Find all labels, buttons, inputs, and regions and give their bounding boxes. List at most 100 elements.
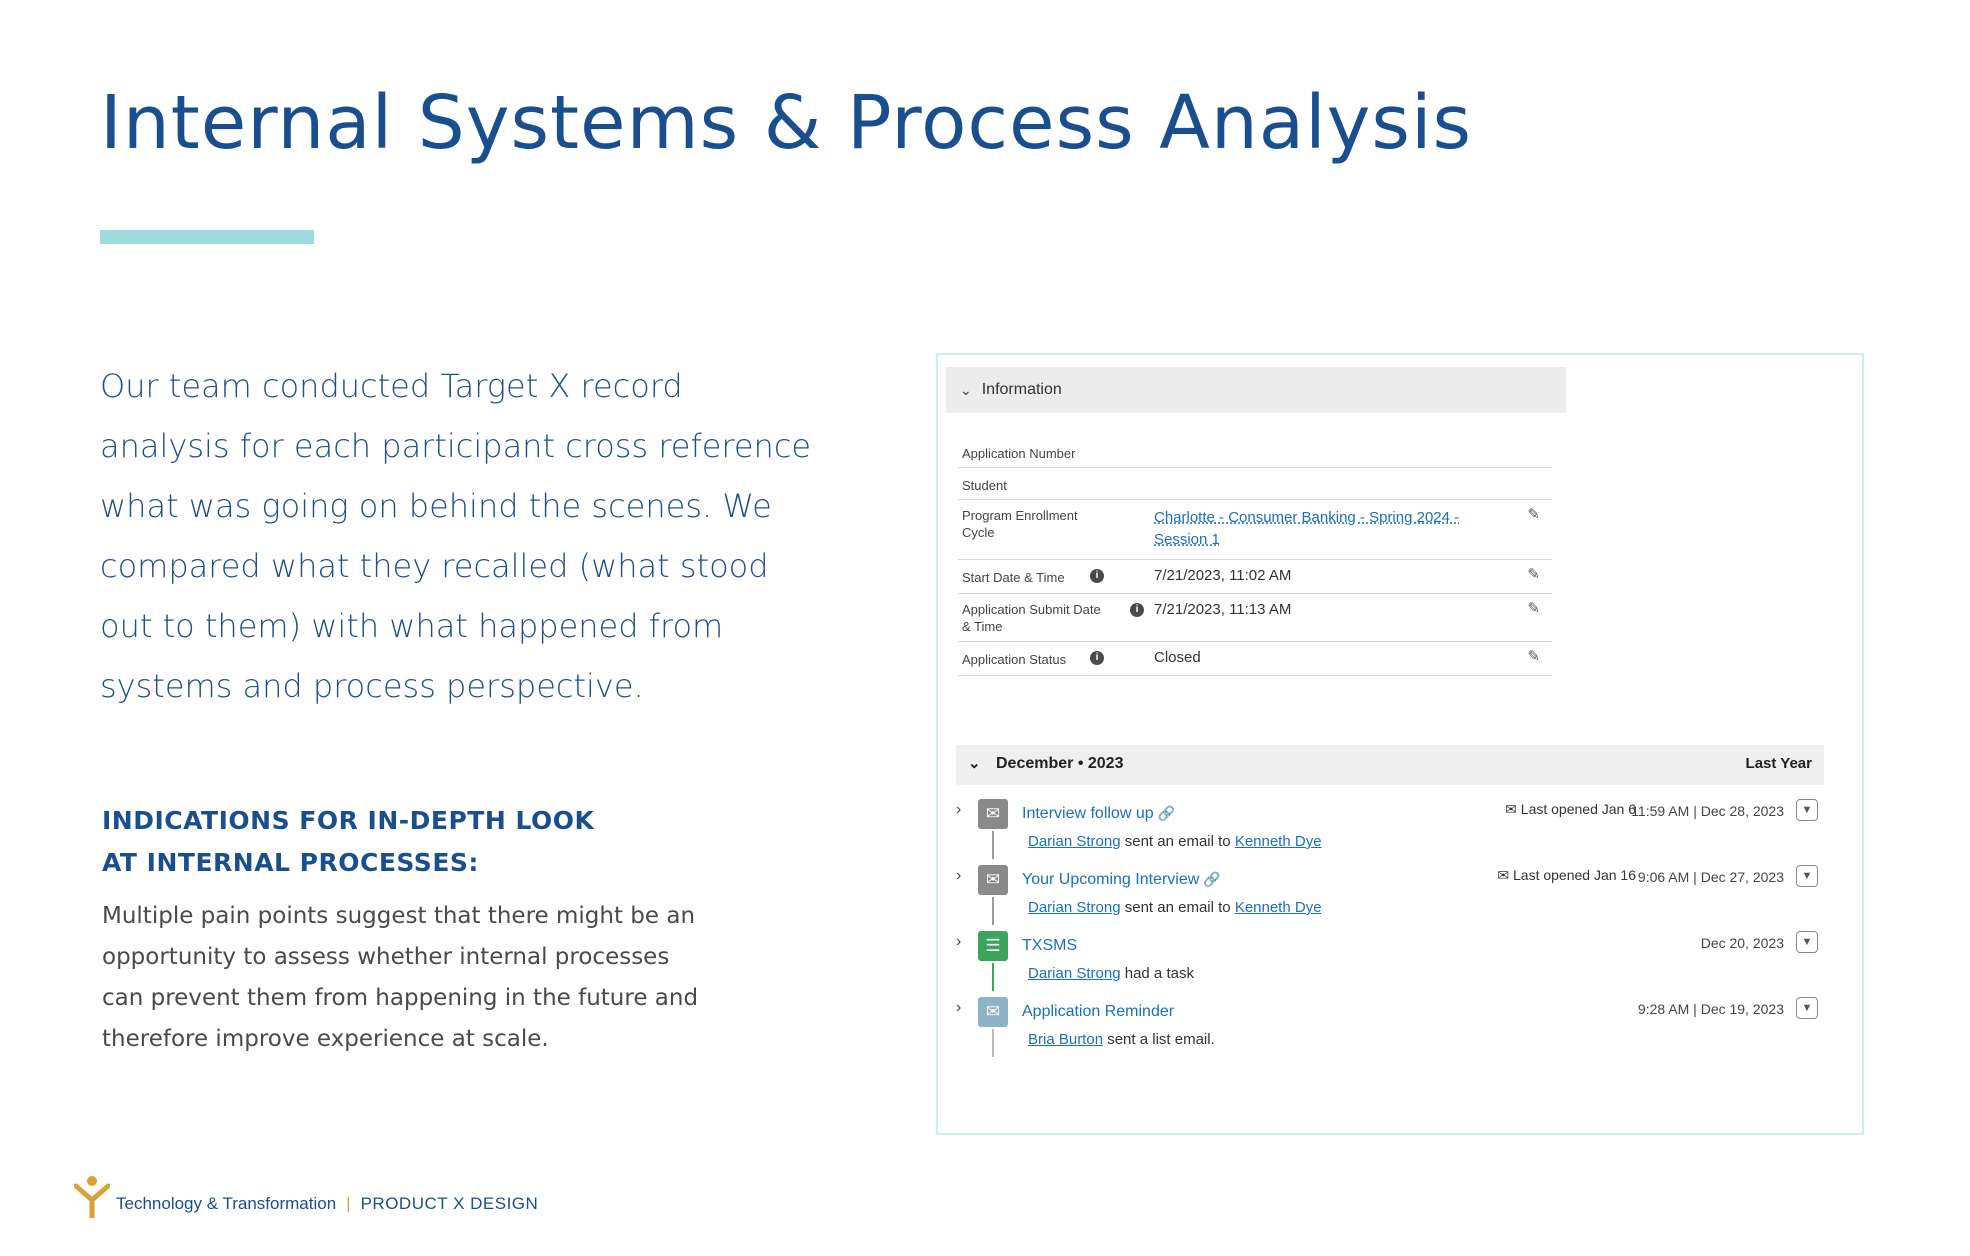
section-title: Information xyxy=(981,381,1062,398)
program-enrollment-link[interactable]: Charlotte - Consumer Banking - Spring 20… xyxy=(1154,507,1459,551)
activity-item: › ✉ Application Reminder Bria Burton sen… xyxy=(956,997,1824,1061)
dropdown-menu-button[interactable]: ▼ xyxy=(1796,799,1818,821)
information-section-header[interactable]: ⌄ Information xyxy=(946,367,1566,413)
field-label: Application Status xyxy=(962,652,1067,667)
edit-pencil-icon[interactable]: ✎ xyxy=(1527,599,1540,617)
page-title: Internal Systems & Process Analysis xyxy=(100,80,1473,166)
dropdown-menu-button[interactable]: ▼ xyxy=(1796,931,1818,953)
field-application-status: Application Status i Closed ✎ xyxy=(958,643,1552,676)
dropdown-menu-button[interactable]: ▼ xyxy=(1796,865,1818,887)
field-value-line: Session 1 xyxy=(1154,531,1220,548)
timeline-month: December • 2023 xyxy=(996,755,1124,772)
activity-date: 9:28 AM | Dec 19, 2023 xyxy=(1637,1001,1784,1017)
person-link[interactable]: Darian Strong xyxy=(1028,833,1121,850)
intro-line: Our team conducted Target X record xyxy=(100,367,683,405)
activity-item: › ☰ TXSMS Darian Strong had a task Dec 2… xyxy=(956,931,1824,995)
dropdown-menu-button[interactable]: ▼ xyxy=(1796,997,1818,1019)
activity-subtitle: Bria Burton sent a list email. xyxy=(1028,1031,1215,1048)
field-label: Student xyxy=(962,478,1007,493)
person-link[interactable]: Darian Strong xyxy=(1028,965,1121,982)
intro-line: compared what they recalled (what stood xyxy=(100,547,769,585)
timeline-connector xyxy=(992,831,994,859)
info-icon[interactable]: i xyxy=(1090,651,1104,665)
timeline-month-header[interactable]: ⌄ December • 2023 Last Year xyxy=(956,745,1824,785)
indications-body-line: can prevent them from happening in the f… xyxy=(102,985,699,1011)
chevron-right-icon[interactable]: › xyxy=(956,801,961,819)
field-application-number: Application Number xyxy=(958,437,1552,468)
timeline-connector xyxy=(992,897,994,925)
envelope-open-icon: ✉ xyxy=(1497,867,1510,883)
indications-body: Multiple pain points suggest that there … xyxy=(102,896,698,1060)
chevron-down-icon: ⌄ xyxy=(968,755,981,772)
field-start-date: Start Date & Time i 7/21/2023, 11:02 AM … xyxy=(958,561,1552,594)
edit-pencil-icon[interactable]: ✎ xyxy=(1527,647,1540,665)
activity-date: 9:06 AM | Dec 27, 2023 xyxy=(1637,869,1784,885)
timeline-range: Last Year xyxy=(1745,755,1812,772)
footer-separator: | xyxy=(346,1194,351,1213)
activity-title: Your Upcoming Interview xyxy=(1022,871,1200,888)
indications-heading-line: INDICATIONS FOR IN-DEPTH LOOK xyxy=(102,806,595,835)
link-icon: 🔗 xyxy=(1157,805,1176,821)
activity-title-link[interactable]: Your Upcoming Interview 🔗 xyxy=(1022,871,1221,889)
field-label: Application Number xyxy=(962,446,1076,461)
activity-item: › ✉ Interview follow up 🔗 Darian Strong s… xyxy=(956,799,1824,863)
footer: Technology & Transformation | PRODUCT X … xyxy=(74,1168,538,1218)
activity-subtitle: Darian Strong sent an email to Kenneth D… xyxy=(1028,899,1322,916)
activity-title: Interview follow up xyxy=(1022,805,1154,822)
email-icon: ✉ xyxy=(978,865,1008,895)
field-label: Start Date & Time xyxy=(962,570,1065,585)
activity-date: 11:59 AM | Dec 28, 2023 xyxy=(1631,803,1784,819)
title-accent-bar xyxy=(100,230,314,244)
person-link[interactable]: Bria Burton xyxy=(1028,1031,1103,1048)
activity-title-link[interactable]: Application Reminder xyxy=(1022,1003,1174,1021)
activity-action: sent an email to xyxy=(1124,833,1231,850)
field-label: Program Enrollment Cycle xyxy=(962,507,1078,541)
info-icon[interactable]: i xyxy=(1090,569,1104,583)
envelope-open-icon: ✉ xyxy=(1505,801,1517,817)
record-screenshot-panel: ⌄ Information Application Number Student… xyxy=(936,353,1864,1135)
timeline-connector xyxy=(992,963,994,991)
indications-body-line: opportunity to assess whether internal p… xyxy=(102,944,670,970)
indications-heading-line: AT INTERNAL PROCESSES: xyxy=(102,848,479,877)
field-program-enrollment-cycle: Program Enrollment Cycle Charlotte - Con… xyxy=(958,501,1552,560)
intro-line: what was going on behind the scenes. We xyxy=(100,487,772,525)
brand-logo-icon xyxy=(74,1176,110,1218)
person-link[interactable]: Darian Strong xyxy=(1028,899,1121,916)
activity-subtitle: Darian Strong had a task xyxy=(1028,965,1194,982)
indications-heading: INDICATIONS FOR IN-DEPTH LOOK AT INTERNA… xyxy=(102,800,594,884)
intro-line: analysis for each participant cross refe… xyxy=(100,427,812,465)
field-value: 7/21/2023, 11:13 AM xyxy=(1154,601,1292,618)
field-label: Application Submit Date & Time xyxy=(962,601,1101,635)
field-label-line: Program Enrollment xyxy=(962,508,1078,523)
indications-body-line: Multiple pain points suggest that there … xyxy=(102,903,696,929)
chevron-down-icon: ⌄ xyxy=(960,381,972,398)
info-icon[interactable]: i xyxy=(1130,603,1144,617)
last-opened-text: Last opened Jan 6 xyxy=(1520,801,1636,817)
field-value: 7/21/2023, 11:02 AM xyxy=(1154,567,1292,584)
activity-item: › ✉ Your Upcoming Interview 🔗 Darian Stro… xyxy=(956,865,1824,929)
person-link[interactable]: Kenneth Dye xyxy=(1235,833,1322,850)
last-opened-text: Last opened Jan 16 xyxy=(1513,867,1636,883)
activity-title-link[interactable]: TXSMS xyxy=(1022,937,1077,955)
field-value: Closed xyxy=(1154,649,1201,666)
footer-brand: Technology & Transformation xyxy=(116,1194,337,1213)
chevron-right-icon[interactable]: › xyxy=(956,867,961,885)
chevron-right-icon[interactable]: › xyxy=(956,933,961,951)
last-opened-status: ✉ Last opened Jan 6 xyxy=(1505,801,1636,818)
person-link[interactable]: Kenneth Dye xyxy=(1235,899,1322,916)
activity-subtitle: Darian Strong sent an email to Kenneth D… xyxy=(1028,833,1322,850)
intro-line: systems and process perspective. xyxy=(100,667,644,705)
edit-pencil-icon[interactable]: ✎ xyxy=(1527,505,1540,523)
email-icon: ✉ xyxy=(978,799,1008,829)
field-value-line: Charlotte - Consumer Banking - Spring 20… xyxy=(1154,509,1460,526)
chevron-right-icon[interactable]: › xyxy=(956,999,961,1017)
last-opened-status: ✉ Last opened Jan 16 xyxy=(1497,867,1636,884)
indications-body-line: therefore improve experience at scale. xyxy=(102,1026,549,1052)
intro-line: out to them) with what happened from xyxy=(100,607,724,645)
field-label-line: & Time xyxy=(962,619,1003,634)
edit-pencil-icon[interactable]: ✎ xyxy=(1527,565,1540,583)
link-icon: 🔗 xyxy=(1203,871,1221,887)
intro-paragraph: Our team conducted Target X record analy… xyxy=(100,356,840,716)
task-icon: ☰ xyxy=(978,931,1008,961)
activity-title-link[interactable]: Interview follow up 🔗 xyxy=(1022,805,1175,823)
